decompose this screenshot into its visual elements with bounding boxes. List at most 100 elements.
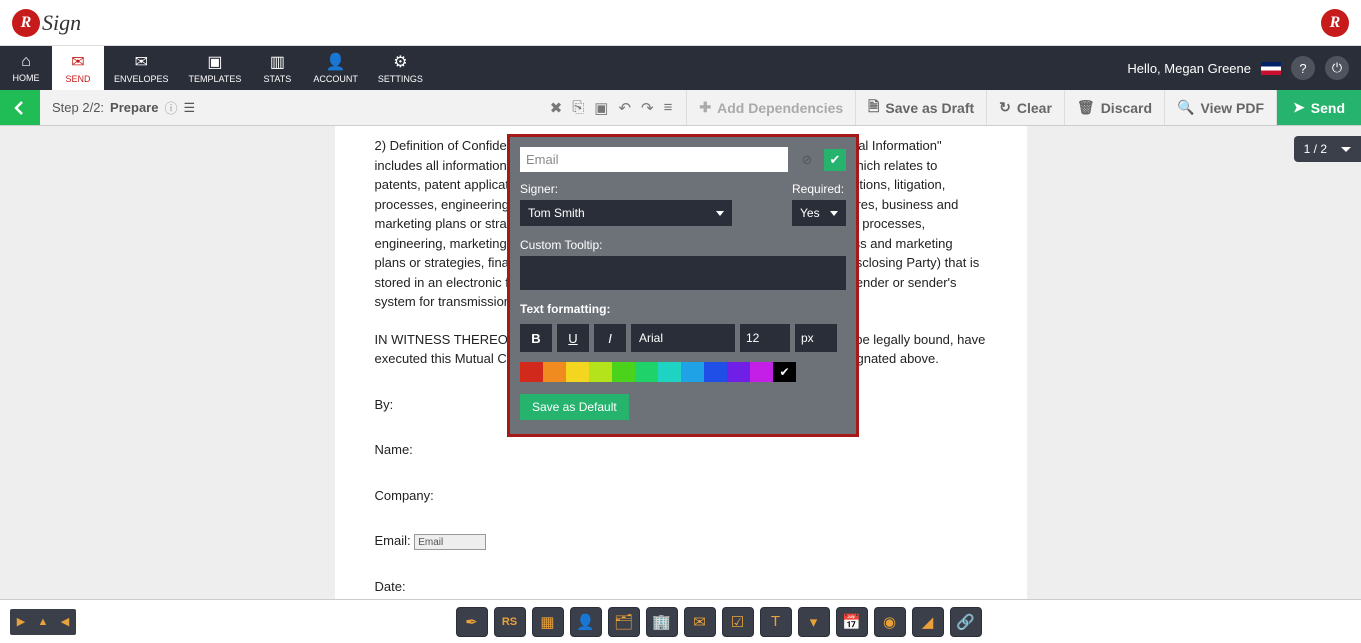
color-swatch[interactable] — [704, 362, 727, 382]
up-button[interactable]: ▲ — [32, 609, 54, 635]
date-label: Date: — [375, 577, 987, 597]
email-label: Email: — [375, 533, 411, 548]
send-icon: ➤ — [1293, 99, 1305, 116]
back-button[interactable] — [0, 90, 40, 125]
email-tool[interactable]: ✉ — [684, 607, 716, 637]
copy-icon[interactable]: ⎘ — [572, 99, 584, 116]
page-indicator[interactable]: 1 / 2 — [1294, 136, 1361, 162]
color-swatch[interactable] — [612, 362, 635, 382]
label-tool[interactable]: ◢ — [912, 607, 944, 637]
undo-icon[interactable]: ↶ — [618, 99, 631, 117]
color-swatch[interactable] — [589, 362, 612, 382]
text-tool[interactable]: T — [760, 607, 792, 637]
name-tool[interactable]: 👤 — [570, 607, 602, 637]
align-icon[interactable]: ≡ — [664, 99, 673, 116]
field-properties-popup: Email ⊘ ✔ Signer: Tom Smith Required: Ye… — [507, 134, 859, 437]
size-select[interactable]: 12 — [740, 324, 790, 352]
checkbox-tool[interactable]: ☑ — [722, 607, 754, 637]
tooltip-input[interactable] — [520, 256, 846, 290]
name-label: Name: — [375, 440, 987, 460]
nav-send[interactable]: ✉SEND — [52, 46, 104, 90]
color-swatch[interactable] — [681, 362, 704, 382]
redo-icon[interactable]: ↷ — [641, 99, 654, 117]
next-page-button[interactable]: ▶ — [10, 609, 32, 635]
formatting-label: Text formatting: — [520, 302, 610, 316]
save-draft-button[interactable]: 🗎Save as Draft — [856, 90, 987, 125]
color-swatch[interactable] — [750, 362, 773, 382]
search-icon: 🔍 — [1177, 99, 1194, 116]
add-dependencies-button[interactable]: ✚Add Dependencies — [687, 90, 856, 125]
chevron-down-icon — [830, 211, 838, 216]
color-swatch[interactable] — [520, 362, 543, 382]
home-icon: ⌂ — [21, 53, 31, 71]
prev-page-button[interactable]: ◀ — [54, 609, 76, 635]
date-tool[interactable]: ▦ — [532, 607, 564, 637]
cancel-button[interactable]: ⊘ — [796, 149, 818, 171]
logo-bar: R Sign R — [0, 0, 1361, 46]
title-tool[interactable]: 🗂 — [608, 607, 640, 637]
tooltip-label: Custom Tooltip: — [520, 238, 602, 252]
required-select[interactable]: Yes — [792, 200, 846, 226]
color-swatch[interactable] — [543, 362, 566, 382]
required-label: Required: — [792, 182, 846, 196]
chevron-down-icon — [1341, 147, 1351, 152]
stats-icon: ▥ — [270, 52, 285, 72]
email-line: Email: Email — [375, 531, 987, 551]
send-button[interactable]: ➤Send — [1277, 90, 1361, 125]
nav-stats[interactable]: ▥STATS — [251, 46, 303, 90]
clear-button[interactable]: ↻Clear — [987, 90, 1065, 125]
email-field[interactable]: Email — [414, 534, 486, 550]
nav-account[interactable]: 👤ACCOUNT — [303, 46, 368, 90]
stamp-tool[interactable]: 📅 — [836, 607, 868, 637]
unit-select[interactable]: px — [795, 324, 837, 352]
sub-toolbar: Step 2/2: Prepare ⓘ ☰ ✖ ⎘ ▣ ↶ ↷ ≡ ✚Add D… — [0, 90, 1361, 126]
nav-envelopes[interactable]: ✉ENVELOPES — [104, 46, 179, 90]
main-nav: ⌂HOME ✉SEND ✉ENVELOPES ▣TEMPLATES ▥STATS… — [0, 46, 1361, 90]
list-icon[interactable]: ☰ — [183, 100, 195, 116]
envelopes-icon: ✉ — [135, 52, 148, 72]
nav-templates[interactable]: ▣TEMPLATES — [179, 46, 252, 90]
trash-icon: 🗑 — [1077, 99, 1095, 116]
power-button[interactable]: ⏻ — [1325, 56, 1349, 80]
color-swatch[interactable] — [658, 362, 681, 382]
flag-icon[interactable] — [1261, 62, 1281, 75]
help-button[interactable]: ? — [1291, 56, 1315, 80]
gear-icon: ⚙ — [393, 52, 407, 72]
confirm-button[interactable]: ✔ — [824, 149, 846, 171]
brand-text: Sign — [42, 10, 81, 36]
company-tool[interactable]: 🏢 — [646, 607, 678, 637]
page-icon: 🗎 — [868, 96, 879, 120]
view-pdf-button[interactable]: 🔍View PDF — [1165, 90, 1277, 125]
color-swatch[interactable] — [727, 362, 750, 382]
step-label: Step 2/2: Prepare ⓘ ☰ — [40, 90, 207, 125]
info-icon[interactable]: ⓘ — [164, 98, 177, 117]
dropdown-tool[interactable]: ▾ — [798, 607, 830, 637]
signer-select[interactable]: Tom Smith — [520, 200, 732, 226]
page-nav-controls: ▶ ▲ ◀ — [10, 609, 76, 635]
field-toolbar: ✒ RS ▦ 👤 🗂 🏢 ✉ ☑ T ▾ 📅 ◉ ◢ 🔗 — [456, 607, 982, 637]
link-tool[interactable]: 🔗 — [950, 607, 982, 637]
save-default-button[interactable]: Save as Default — [520, 394, 629, 420]
brand-icon-right[interactable]: R — [1321, 9, 1349, 37]
radio-tool[interactable]: ◉ — [874, 607, 906, 637]
signer-label: Signer: — [520, 182, 732, 196]
color-swatch[interactable] — [566, 362, 589, 382]
color-swatch[interactable] — [635, 362, 658, 382]
signature-tool[interactable]: ✒ — [456, 607, 488, 637]
field-name-input[interactable]: Email — [520, 147, 788, 172]
nav-settings[interactable]: ⚙SETTINGS — [368, 46, 433, 90]
close-icon[interactable]: ✖ — [550, 99, 563, 117]
chevron-down-icon — [716, 211, 724, 216]
plus-icon: ✚ — [699, 99, 711, 116]
underline-button[interactable]: U — [557, 324, 589, 352]
nav-home[interactable]: ⌂HOME — [0, 46, 52, 90]
bold-button[interactable]: B — [520, 324, 552, 352]
color-swatch[interactable]: ✔ — [773, 362, 796, 382]
italic-button[interactable]: I — [594, 324, 626, 352]
font-select[interactable]: Arial — [631, 324, 735, 352]
paste-icon[interactable]: ▣ — [594, 99, 608, 117]
initials-tool[interactable]: RS — [494, 607, 526, 637]
brand-icon: R — [12, 9, 40, 37]
account-icon: 👤 — [326, 52, 346, 72]
discard-button[interactable]: 🗑Discard — [1065, 90, 1165, 125]
